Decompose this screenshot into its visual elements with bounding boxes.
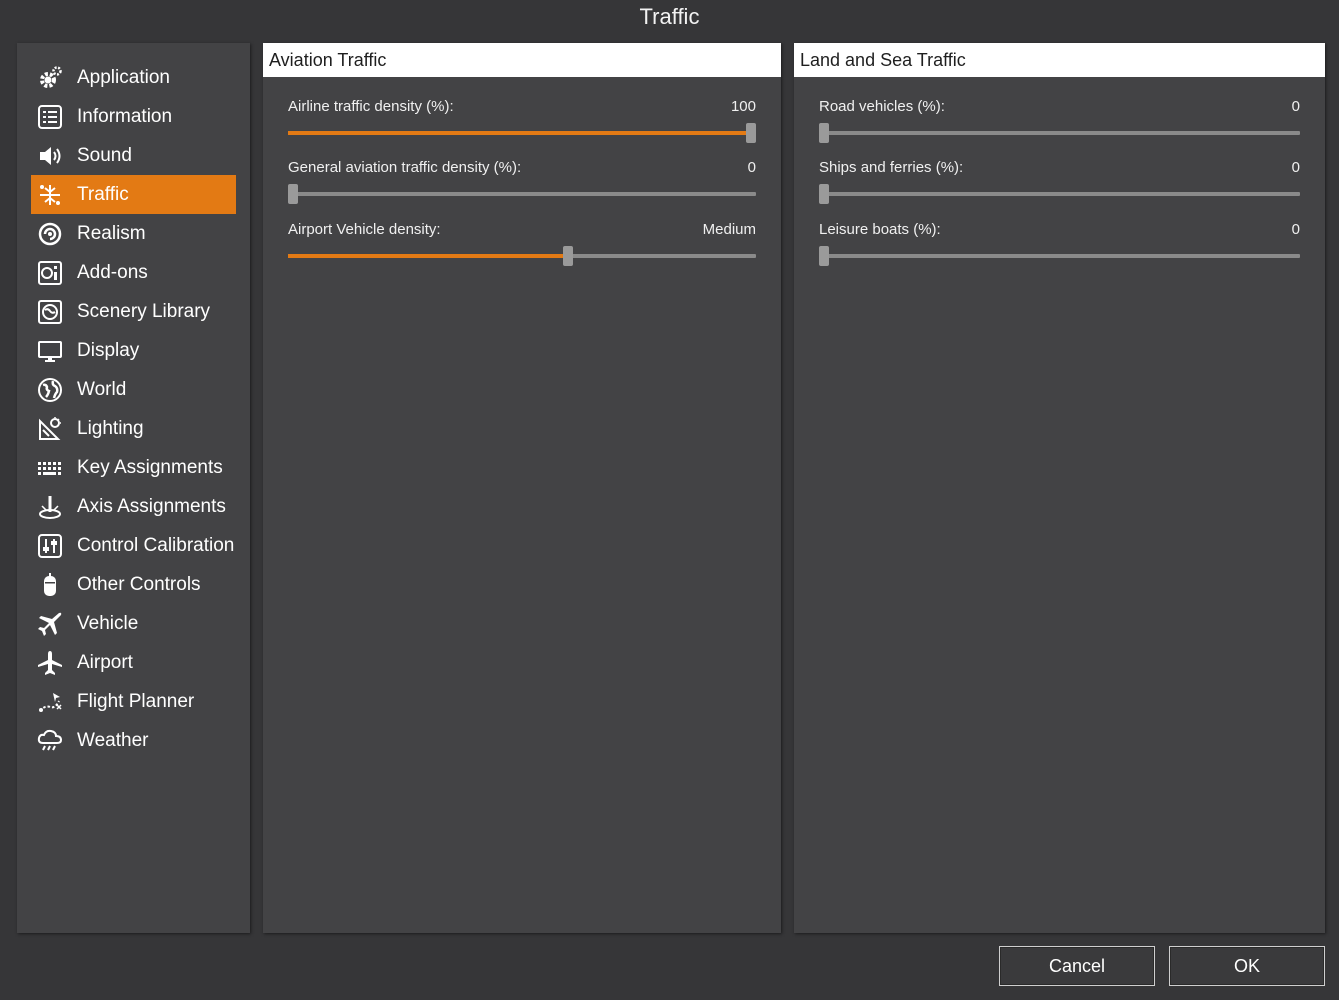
aviation-traffic-panel: Aviation Traffic Airline traffic density… — [263, 43, 781, 933]
sidebar-item-world[interactable]: World — [31, 370, 236, 409]
sidebar-item-label: Traffic — [77, 183, 129, 205]
sidebar-item-label: Lighting — [77, 417, 144, 439]
general-aviation-density-setting: General aviation traffic density (%): 0 — [288, 159, 756, 209]
general-aviation-slider[interactable] — [288, 184, 756, 204]
road-vehicles-setting: Road vehicles (%): 0 — [819, 98, 1300, 148]
setting-value: 0 — [1291, 221, 1300, 238]
setting-value: 0 — [1291, 159, 1300, 176]
sidebar-item-label: Flight Planner — [77, 690, 195, 712]
sidebar-item-information[interactable]: Information — [31, 97, 236, 136]
plane-icon — [36, 610, 64, 638]
sidebar-item-traffic[interactable]: Traffic — [31, 175, 236, 214]
sidebar-item-sound[interactable]: Sound — [31, 136, 236, 175]
keyboard-icon — [36, 454, 64, 482]
sidebar-item-label: Realism — [77, 222, 146, 244]
ok-button[interactable]: OK — [1169, 946, 1325, 986]
sidebar-item-label: Axis Assignments — [77, 495, 226, 517]
setting-label: Leisure boats (%): — [819, 221, 941, 238]
sidebar-item-other-controls[interactable]: Other Controls — [31, 565, 236, 604]
airport-vehicle-density-setting: Airport Vehicle density: Medium — [288, 221, 756, 271]
joystick-icon — [36, 493, 64, 521]
scenery-icon — [36, 298, 64, 326]
realism-icon — [36, 220, 64, 248]
list-icon — [36, 103, 64, 131]
sidebar-item-label: World — [77, 378, 127, 400]
slider-fill — [288, 254, 568, 258]
window-title: Traffic — [639, 4, 700, 29]
airport-icon — [36, 649, 64, 677]
leisure-boats-slider[interactable] — [819, 246, 1300, 266]
cancel-button[interactable]: Cancel — [999, 946, 1155, 986]
slider-thumb[interactable] — [819, 184, 829, 204]
sidebar-item-vehicle[interactable]: Vehicle — [31, 604, 236, 643]
ships-ferries-setting: Ships and ferries (%): 0 — [819, 159, 1300, 209]
sidebar-item-label: Vehicle — [77, 612, 139, 634]
sidebar-item-label: Key Assignments — [77, 456, 223, 478]
sidebar-item-addons[interactable]: Add-ons — [31, 253, 236, 292]
sidebar-item-label: Display — [77, 339, 140, 361]
sidebar-item-label: Other Controls — [77, 573, 201, 595]
airport-vehicle-slider[interactable] — [288, 246, 756, 266]
airline-traffic-slider[interactable] — [288, 123, 756, 143]
addons-icon — [36, 259, 64, 287]
sidebar-item-application[interactable]: Application — [31, 58, 236, 97]
slider-thumb[interactable] — [819, 246, 829, 266]
airline-traffic-density-setting: Airline traffic density (%): 100 — [288, 98, 756, 148]
calibration-icon — [36, 532, 64, 560]
sidebar-item-weather[interactable]: Weather — [31, 721, 236, 760]
sidebar-item-label: Add-ons — [77, 261, 148, 283]
sidebar-item-axis-assignments[interactable]: Axis Assignments — [31, 487, 236, 526]
sidebar-item-scenery-library[interactable]: Scenery Library — [31, 292, 236, 331]
gear-icon — [36, 64, 64, 92]
setting-value: 0 — [1291, 98, 1300, 115]
setting-label: Airport Vehicle density: — [288, 221, 441, 238]
slider-thumb[interactable] — [746, 123, 756, 143]
sidebar-item-airport[interactable]: Airport — [31, 643, 236, 682]
sidebar-item-lighting[interactable]: Lighting — [31, 409, 236, 448]
sidebar-item-control-calibration[interactable]: Control Calibration — [31, 526, 236, 565]
sidebar-item-label: Weather — [77, 729, 149, 751]
sidebar-item-label: Control Calibration — [77, 534, 235, 556]
leisure-boats-setting: Leisure boats (%): 0 — [819, 221, 1300, 271]
settings-sidebar: Application Information Sound Traffic Re… — [17, 43, 250, 933]
setting-label: Ships and ferries (%): — [819, 159, 964, 176]
road-vehicles-slider[interactable] — [819, 123, 1300, 143]
sidebar-item-label: Information — [77, 105, 173, 127]
setting-value: Medium — [702, 221, 756, 238]
setting-label: General aviation traffic density (%): — [288, 159, 522, 176]
setting-value: 100 — [730, 98, 756, 115]
sidebar-item-key-assignments[interactable]: Key Assignments — [31, 448, 236, 487]
panel-title: Land and Sea Traffic — [794, 43, 1325, 77]
slider-thumb[interactable] — [562, 246, 573, 266]
sidebar-item-label: Airport — [77, 651, 133, 673]
controller-icon — [36, 571, 64, 599]
sidebar-item-flight-planner[interactable]: Flight Planner — [31, 682, 236, 721]
setting-label: Airline traffic density (%): — [288, 98, 454, 115]
slider-fill — [288, 131, 751, 135]
sidebar-item-label: Scenery Library — [77, 300, 211, 322]
slider-thumb[interactable] — [819, 123, 829, 143]
flight-planner-icon — [36, 688, 64, 716]
sidebar-item-label: Sound — [77, 144, 132, 166]
weather-icon — [36, 727, 64, 755]
panel-title: Aviation Traffic — [263, 43, 781, 77]
land-sea-traffic-panel: Land and Sea Traffic Road vehicles (%): … — [794, 43, 1325, 933]
setting-value: 0 — [747, 159, 756, 176]
traffic-icon — [36, 181, 64, 209]
globe-icon — [36, 376, 64, 404]
sidebar-item-realism[interactable]: Realism — [31, 214, 236, 253]
setting-label: Road vehicles (%): — [819, 98, 945, 115]
speaker-icon — [36, 142, 64, 170]
lighting-icon — [36, 415, 64, 443]
ships-ferries-slider[interactable] — [819, 184, 1300, 204]
slider-thumb[interactable] — [288, 184, 298, 204]
monitor-icon — [36, 337, 64, 365]
sidebar-item-label: Application — [77, 66, 170, 88]
sidebar-item-display[interactable]: Display — [31, 331, 236, 370]
